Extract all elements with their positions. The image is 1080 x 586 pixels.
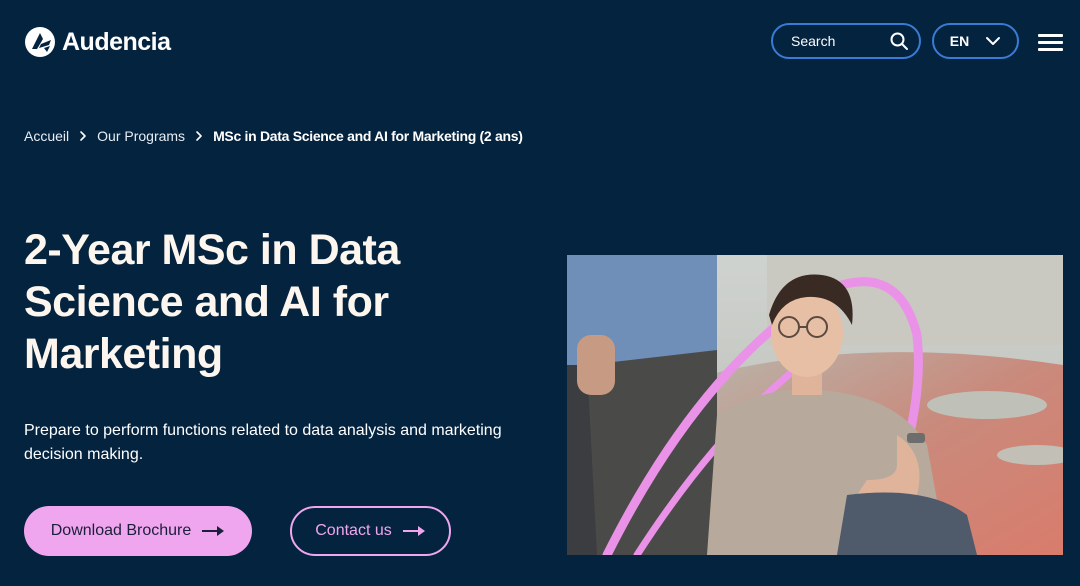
audencia-logo-icon [25, 27, 55, 57]
title-line: Science and AI for [24, 278, 389, 326]
search-icon [890, 32, 908, 50]
contact-us-label: Contact us [315, 522, 392, 539]
arrow-right-icon [202, 526, 225, 536]
logo-text: Audencia [62, 27, 171, 56]
contact-us-button[interactable]: Contact us [290, 506, 451, 556]
hero-description: Prepare to perform functions related to … [24, 419, 524, 467]
breadcrumb-current: MSc in Data Science and AI for Marketing… [213, 128, 523, 144]
page-title: 2-Year MSc in Data Science and AI for Ma… [24, 224, 524, 380]
chevron-down-icon [986, 37, 1001, 45]
download-brochure-label: Download Brochure [50, 522, 192, 539]
hamburger-menu-icon[interactable] [1038, 32, 1064, 52]
search-label: Search [791, 33, 836, 49]
audencia-logo[interactable]: Audencia [24, 26, 171, 58]
student-photo-illustration [567, 255, 1063, 555]
language-selector[interactable]: EN [932, 23, 1019, 59]
title-line: 2-Year MSc in Data [24, 226, 400, 274]
description-line: decision making. [24, 446, 144, 463]
arrow-right-icon [402, 526, 425, 536]
search-button[interactable]: Search [771, 23, 921, 59]
description-line: Prepare to perform functions related to … [24, 422, 502, 439]
download-brochure-button[interactable]: Download Brochure [24, 506, 252, 556]
breadcrumb: Accueil Our Programs MSc in Data Science… [24, 128, 523, 144]
breadcrumb-programs[interactable]: Our Programs [97, 128, 185, 144]
hero-photo [567, 255, 1063, 555]
chevron-right-icon [80, 131, 86, 141]
language-label: EN [949, 33, 970, 49]
title-line: Marketing [24, 330, 223, 378]
breadcrumb-home[interactable]: Accueil [24, 128, 69, 144]
chevron-right-icon [196, 131, 202, 141]
page: Audencia Search EN Accueil Our Programs … [0, 0, 1080, 586]
